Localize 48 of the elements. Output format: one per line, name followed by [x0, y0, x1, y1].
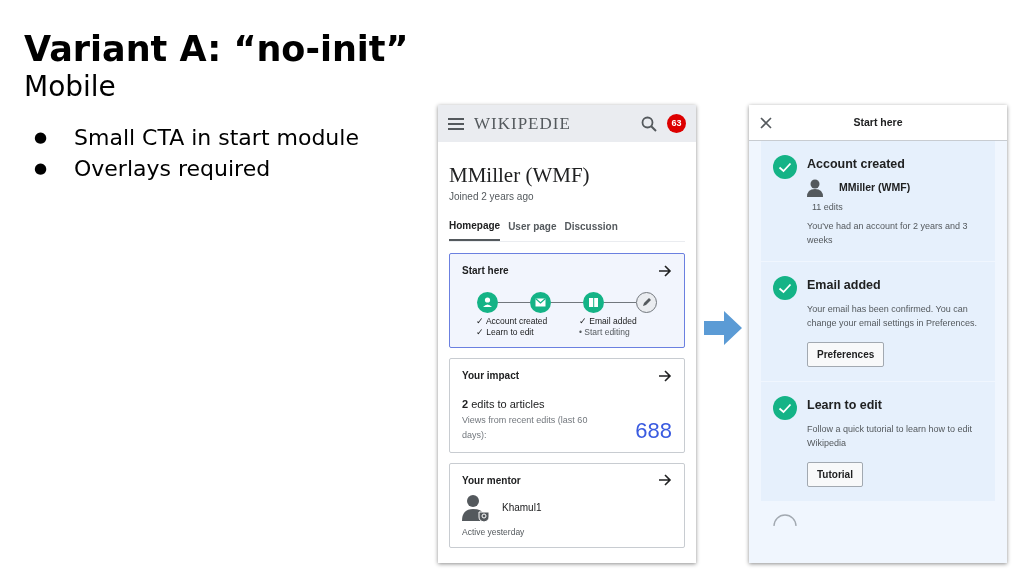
joined-text: Joined 2 years ago	[449, 190, 535, 204]
checklist-item: ✓ Email added	[579, 316, 638, 327]
impact-module[interactable]: Your impact 2 edits to articles Views from recent edits (last 60 days): 688	[449, 358, 685, 453]
section-text: Follow a quick tutorial to learn how to edit Wikipedia	[807, 422, 974, 450]
menu-icon[interactable]	[448, 117, 464, 130]
section-button[interactable]: Preferences	[807, 341, 885, 367]
search-icon[interactable]	[641, 115, 657, 132]
section-title: Account created	[807, 156, 906, 173]
close-icon[interactable]	[759, 115, 773, 130]
arrow-right-icon[interactable]	[658, 368, 672, 383]
views-count: 688	[635, 418, 672, 443]
tab[interactable]: Homepage	[449, 217, 501, 241]
slide-title: Variant A: “no-init”	[24, 28, 410, 70]
mentor-avatar-icon	[462, 493, 490, 522]
bullet-text: Overlays required	[74, 155, 271, 183]
module-title: Your mentor	[462, 473, 521, 488]
tab[interactable]: User page	[508, 217, 557, 241]
section-title: Email added	[807, 276, 882, 294]
arrow-right-icon[interactable]	[658, 263, 672, 278]
module-title: Your impact	[462, 369, 520, 383]
checklist-item: ✓ Learn to edit	[476, 327, 535, 338]
start-module[interactable]: Start here ✓ Account created ✓ Email added ✓ Learn to edit • Start editing	[449, 253, 685, 348]
bullet-marker: ●	[34, 127, 48, 148]
wordmark: WIKIPEDIE	[474, 112, 572, 135]
tab[interactable]: Discussion	[564, 217, 618, 241]
slide-subtitle: Mobile	[24, 70, 117, 104]
user-name: MMiller (WMF)	[839, 180, 911, 196]
mentor-activity: Active yesterday	[462, 525, 526, 539]
edit-count: 11 edits	[811, 201, 844, 214]
flow-arrow-icon	[703, 311, 742, 345]
overlay-title: Start here	[852, 114, 904, 130]
section-text: Your email has been confirmed. You can change your email settings in Preferences.	[807, 302, 979, 330]
checklist-item: ✓ Account created	[476, 316, 549, 327]
module-title: Start here	[462, 264, 509, 278]
bullet-text: Small CTA in start module	[74, 124, 359, 152]
mentor-name: Khamul1	[502, 501, 542, 515]
bullet-marker: ●	[34, 158, 48, 179]
checklist-item: • Start editing	[579, 327, 631, 338]
section-button[interactable]: Tutorial	[807, 461, 863, 487]
user-icon	[807, 179, 823, 197]
arrow-right-icon[interactable]	[658, 473, 672, 487]
notification-badge[interactable]: 63	[667, 114, 686, 133]
user-name: MMiller (WMF)	[449, 163, 591, 187]
section-title: Learn to edit	[807, 396, 883, 414]
mentor-module[interactable]: Your mentor Khamul1 Active yesterday	[449, 462, 685, 549]
views-label: Views from recent edits (last 60 days):	[462, 413, 589, 442]
section-text: You've had an account for 2 years and 3 weeks	[807, 219, 969, 247]
edits-summary: 2 edits to articles	[462, 397, 546, 412]
